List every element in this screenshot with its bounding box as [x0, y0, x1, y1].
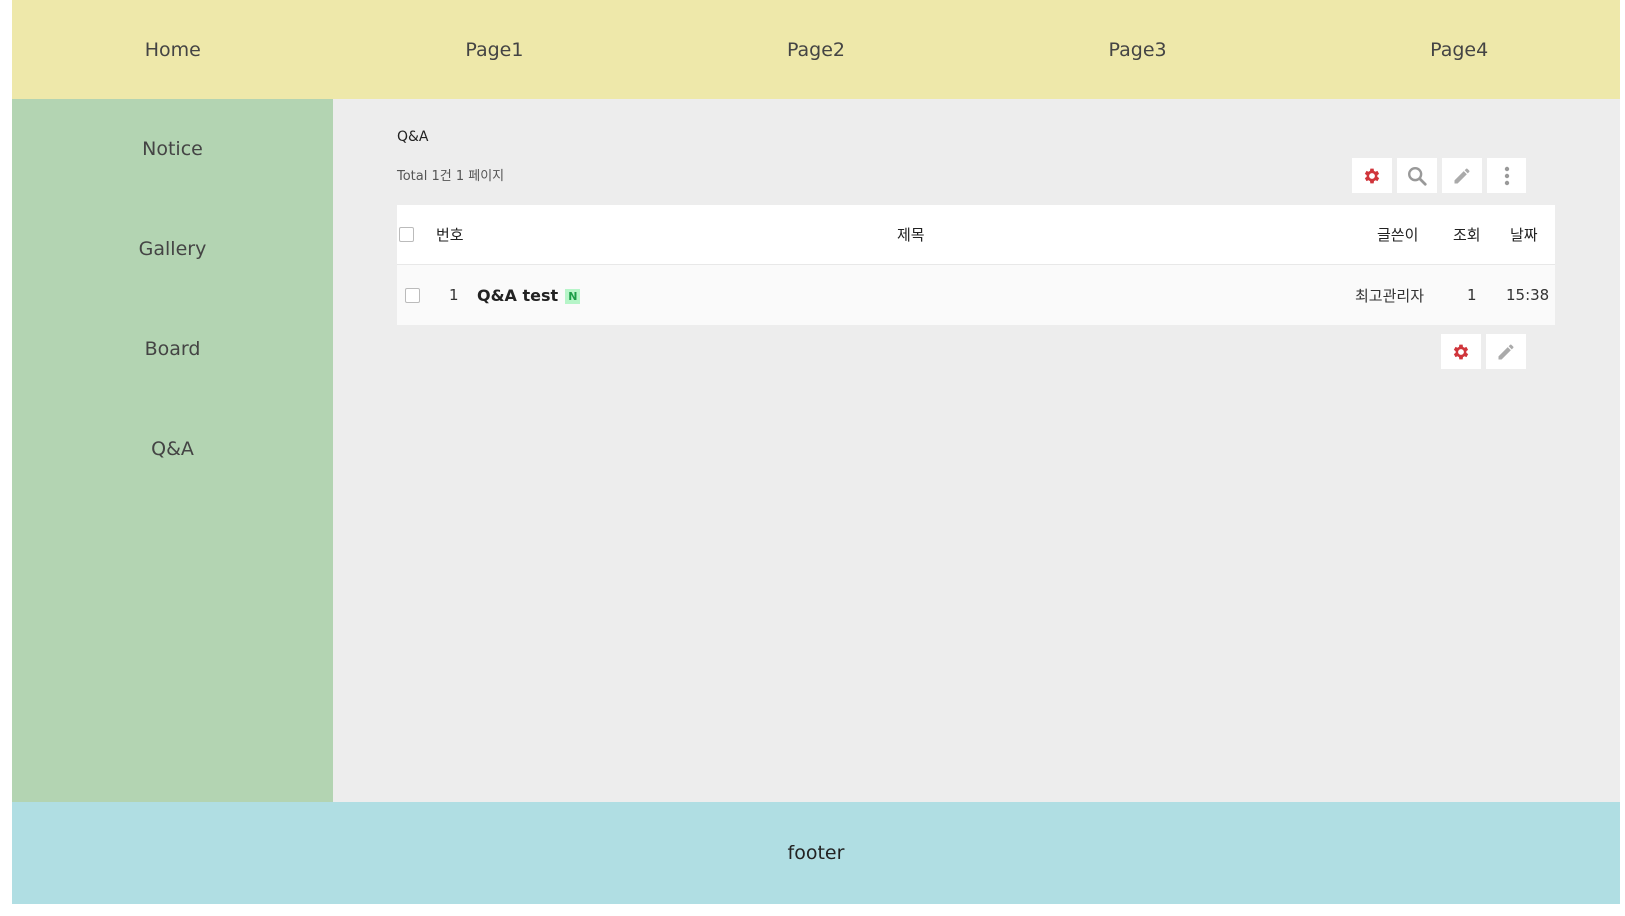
search-icon	[1408, 166, 1427, 186]
row-select-checkbox[interactable]	[405, 287, 420, 303]
new-post-badge: N	[565, 288, 581, 304]
nav-page4[interactable]: Page4	[1298, 0, 1620, 99]
write-button[interactable]	[1486, 334, 1526, 369]
more-options-button[interactable]	[1487, 158, 1526, 193]
board-total-count: Total 1건 1 페이지	[397, 169, 505, 184]
table-header-row: 번호 제목 글쓴이 조회 날짜	[397, 205, 1555, 265]
board-bottom-toolbar	[1441, 334, 1526, 369]
gear-icon	[1364, 168, 1380, 183]
sidebar: Notice Gallery Board Q&A	[12, 99, 333, 802]
column-header-date: 날짜	[1510, 226, 1538, 244]
search-button[interactable]	[1397, 158, 1437, 193]
nav-page1[interactable]: Page1	[334, 0, 656, 99]
sidebar-item-qna[interactable]: Q&A	[12, 399, 333, 499]
main-content: Q&A Total 1건 1 페이지 번호 제목 글쓴이 조회 날짜 1 Q&A…	[333, 99, 1620, 802]
footer-text: footer	[787, 842, 845, 864]
board-top-toolbar	[1352, 158, 1526, 193]
column-header-number: 번호	[436, 226, 464, 244]
sidebar-item-board[interactable]: Board	[12, 299, 333, 399]
footer: footer	[12, 802, 1620, 904]
row-number: 1	[449, 286, 459, 304]
select-all-checkbox[interactable]	[399, 227, 414, 242]
write-button[interactable]	[1442, 158, 1482, 193]
board-list-table: 번호 제목 글쓴이 조회 날짜 1 Q&A test N 최고관리자 1 15:3…	[397, 205, 1555, 325]
row-views: 1	[1467, 286, 1477, 304]
row-date: 15:38	[1506, 286, 1550, 304]
admin-settings-button[interactable]	[1352, 158, 1392, 193]
admin-settings-button[interactable]	[1441, 334, 1481, 369]
post-subject-link[interactable]: Q&A test	[477, 286, 558, 305]
row-subject: Q&A test N	[477, 286, 581, 305]
sidebar-item-notice[interactable]: Notice	[12, 99, 333, 199]
table-row: 1 Q&A test N 최고관리자 1 15:38	[397, 265, 1555, 325]
more-vertical-icon	[1504, 166, 1509, 185]
sidebar-item-gallery[interactable]: Gallery	[12, 199, 333, 299]
column-header-views: 조회	[1453, 226, 1481, 244]
top-navigation: Home Page1 Page2 Page3 Page4	[12, 0, 1620, 99]
column-header-subject: 제목	[897, 226, 925, 244]
nav-page2[interactable]: Page2	[655, 0, 977, 99]
page-frame: Home Page1 Page2 Page3 Page4 Notice Gall…	[12, 0, 1620, 904]
column-header-writer: 글쓴이	[1377, 226, 1419, 244]
gear-icon	[1453, 344, 1469, 359]
pencil-icon	[1454, 168, 1470, 183]
pencil-icon	[1498, 344, 1514, 359]
nav-home[interactable]: Home	[12, 0, 334, 99]
nav-page3[interactable]: Page3	[977, 0, 1299, 99]
row-writer[interactable]: 최고관리자	[1355, 285, 1424, 306]
board-title: Q&A	[397, 129, 429, 145]
